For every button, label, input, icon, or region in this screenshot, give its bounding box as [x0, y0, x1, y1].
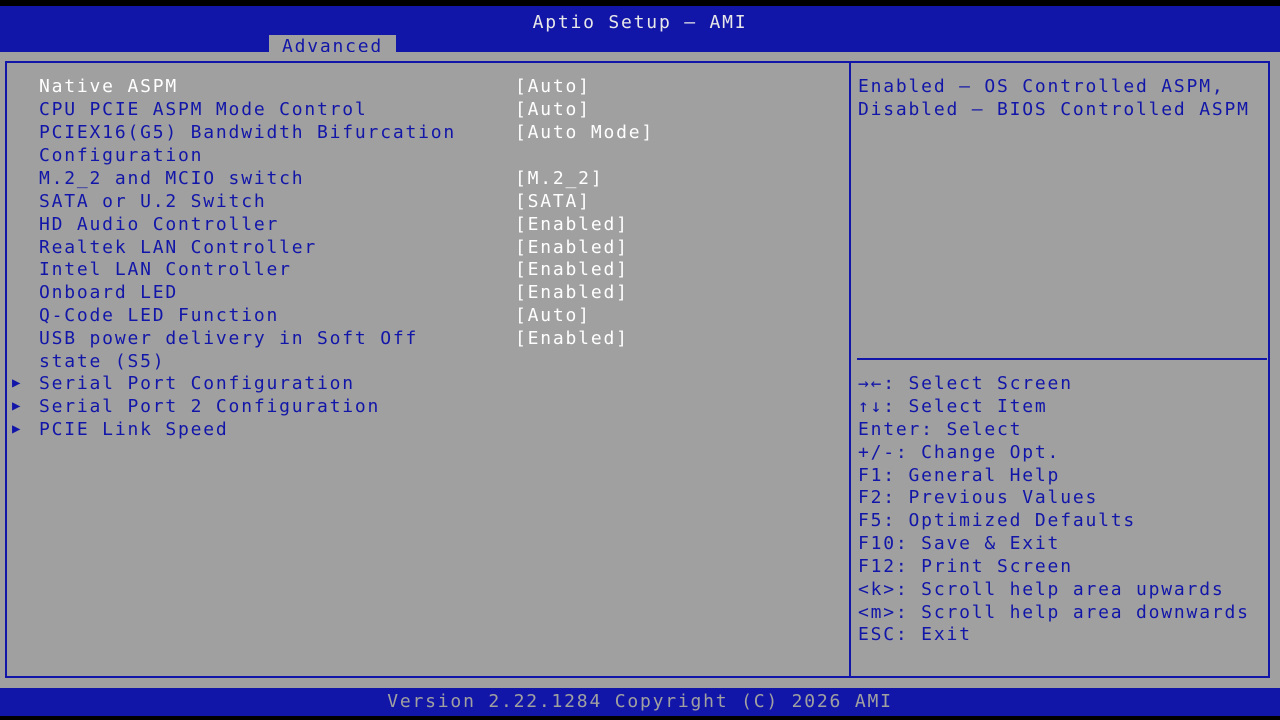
- setting-label: PCIEX16(G5) Bandwidth Bifurcation: [39, 122, 457, 143]
- setting-value[interactable]: [M.2_2]: [515, 167, 603, 190]
- version-text: Version 2.22.1284 Copyright (C) 2026 AMI: [387, 691, 893, 712]
- submenu-arrow-icon: ▶: [12, 375, 23, 391]
- setting-value[interactable]: [Auto]: [515, 75, 591, 98]
- setting-label-continued: state (S5): [39, 351, 166, 372]
- help-text-line: Disabled – BIOS Controlled ASPM: [858, 99, 1250, 120]
- key-hint-f2: F2: Previous Values: [858, 487, 1099, 508]
- setting-value[interactable]: [Auto Mode]: [515, 121, 654, 144]
- key-hint-select-item: ↑↓: Select Item: [858, 396, 1048, 417]
- footer-bar: Version 2.22.1284 Copyright (C) 2026 AMI: [0, 688, 1280, 716]
- setting-label: M.2_2 and MCIO switch: [39, 168, 305, 189]
- setting-value[interactable]: [Enabled]: [515, 258, 629, 281]
- setting-value[interactable]: [Auto]: [515, 98, 591, 121]
- submenu-label: Serial Port Configuration: [39, 373, 355, 394]
- setting-label-continued: Configuration: [39, 145, 204, 166]
- setting-label: HD Audio Controller: [39, 214, 280, 235]
- key-hint-scroll-down: <m>: Scroll help area downwards: [858, 602, 1250, 623]
- key-hint-f10: F10: Save & Exit: [858, 533, 1061, 554]
- title-bar: Aptio Setup – AMI Advanced: [0, 6, 1280, 58]
- setting-label: Onboard LED: [39, 282, 179, 303]
- help-divider-horizontal: [857, 358, 1267, 360]
- setting-label: USB power delivery in Soft Off: [39, 328, 419, 349]
- key-hint-change-opt: +/-: Change Opt.: [858, 442, 1061, 463]
- setting-label: Native ASPM: [39, 76, 179, 97]
- setting-value[interactable]: [Enabled]: [515, 236, 629, 259]
- key-hint-f1: F1: General Help: [858, 465, 1061, 486]
- setting-value[interactable]: [Enabled]: [515, 213, 629, 236]
- setting-value[interactable]: [Auto]: [515, 304, 591, 327]
- key-hint-esc: ESC: Exit: [858, 624, 972, 645]
- panel-divider-vertical: [849, 61, 851, 678]
- main-panel: Native ASPM [Auto] CPU PCIE ASPM Mode Co…: [0, 52, 1280, 688]
- setting-label: Q-Code LED Function: [39, 305, 280, 326]
- submenu-arrow-icon: ▶: [12, 398, 23, 414]
- app-title: Aptio Setup – AMI: [532, 12, 748, 33]
- submenu-label: Serial Port 2 Configuration: [39, 396, 381, 417]
- setting-label: SATA or U.2 Switch: [39, 191, 267, 212]
- key-hint-select-screen: →←: Select Screen: [858, 373, 1073, 394]
- key-hint-scroll-up: <k>: Scroll help area upwards: [858, 579, 1225, 600]
- submenu-arrow-icon: ▶: [12, 421, 23, 437]
- setting-label: Realtek LAN Controller: [39, 237, 318, 258]
- setting-label: CPU PCIE ASPM Mode Control: [39, 99, 368, 120]
- submenu-label: PCIE Link Speed: [39, 419, 229, 440]
- key-hint-enter: Enter: Select: [858, 419, 1023, 440]
- key-hint-f12: F12: Print Screen: [858, 556, 1073, 577]
- setting-value[interactable]: [Enabled]: [515, 327, 629, 350]
- setting-value[interactable]: [Enabled]: [515, 281, 629, 304]
- help-text-line: Enabled – OS Controlled ASPM,: [858, 76, 1225, 97]
- setting-label: Intel LAN Controller: [39, 259, 292, 280]
- key-hint-f5: F5: Optimized Defaults: [858, 510, 1137, 531]
- setting-value[interactable]: [SATA]: [515, 190, 591, 213]
